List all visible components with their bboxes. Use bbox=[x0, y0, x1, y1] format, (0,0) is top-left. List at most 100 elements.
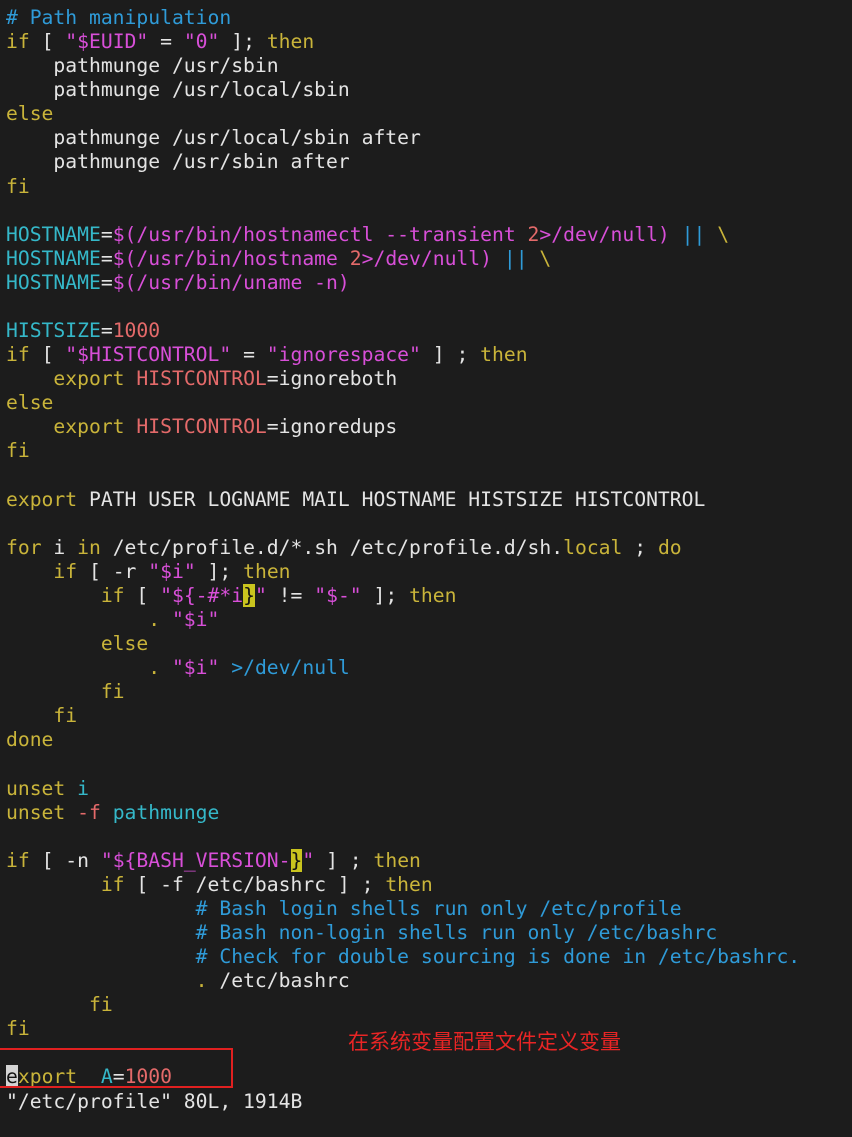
code-line: # Check for double sourcing is done in /… bbox=[6, 945, 852, 969]
code-token: if bbox=[100, 583, 125, 607]
code-token: else bbox=[100, 632, 149, 656]
code-line: if [ -f /etc/bashrc ] ; then bbox=[6, 873, 852, 897]
code-token: then bbox=[480, 343, 528, 367]
code-token: # Bash login shells run only /etc/profil… bbox=[195, 896, 682, 920]
code-token: = bbox=[100, 270, 113, 294]
code-token: fi bbox=[6, 1017, 30, 1041]
code-token: in bbox=[77, 535, 101, 559]
code-token: "$i" bbox=[148, 559, 196, 583]
code-token: != bbox=[266, 583, 315, 607]
code-token: if bbox=[53, 559, 78, 583]
code-line: . "$i" >/dev/null bbox=[6, 656, 852, 680]
code-line: pathmunge /usr/sbin after bbox=[6, 150, 852, 174]
code-line: . "$i" bbox=[6, 608, 852, 632]
code-line: else bbox=[6, 632, 852, 656]
code-line: . /etc/bashrc bbox=[6, 969, 852, 993]
code-token: ignoredups bbox=[278, 415, 398, 439]
code-line: for i in /etc/profile.d/*.sh /etc/profil… bbox=[6, 536, 852, 560]
code-line: fi bbox=[6, 704, 852, 728]
code-token: [ -n bbox=[29, 848, 101, 872]
code-line: if [ -r "$i" ]; then bbox=[6, 560, 852, 584]
code-token: "${BASH_VERSION- bbox=[100, 848, 291, 872]
code-token: pathmunge /usr/local/sbin bbox=[6, 78, 350, 102]
code-token: HOSTNAME bbox=[6, 246, 101, 270]
code-token: HOSTNAME bbox=[6, 270, 101, 294]
code-token: "$i" bbox=[171, 607, 220, 631]
code-token: HISTCONTROL bbox=[136, 415, 267, 439]
code-token: export bbox=[53, 415, 125, 439]
code-token: " bbox=[302, 848, 315, 872]
code-token: # Bash non-login shells run only /etc/ba… bbox=[195, 920, 718, 944]
code-line: pathmunge /usr/local/sbin after bbox=[6, 126, 852, 150]
code-token: $(/usr/bin/uname -n) bbox=[112, 270, 350, 294]
code-token: } bbox=[243, 583, 255, 607]
code-line: fi bbox=[6, 680, 852, 704]
code-token: then bbox=[409, 583, 457, 607]
code-token: done bbox=[6, 728, 54, 752]
code-token: . bbox=[195, 969, 208, 993]
code-token: pathmunge bbox=[112, 800, 220, 824]
code-token: . bbox=[6, 607, 172, 631]
code-token: if bbox=[100, 872, 125, 896]
code-token: then bbox=[266, 30, 315, 54]
code-token: "$HISTCONTROL" bbox=[65, 343, 232, 367]
code-token: . bbox=[6, 656, 172, 680]
code-token: || bbox=[503, 246, 528, 270]
code-line: # Path manipulation bbox=[6, 6, 852, 30]
code-token: "${-#*i bbox=[160, 583, 244, 607]
code-line: # Bash login shells run only /etc/profil… bbox=[6, 897, 852, 921]
code-token: \ bbox=[705, 222, 730, 246]
code-token: # Path manipulation bbox=[6, 6, 232, 29]
code-token: = bbox=[231, 343, 267, 367]
code-token: "$-" bbox=[314, 583, 362, 607]
code-token: [ -f /etc/bashrc ] ; bbox=[124, 872, 386, 896]
code-token: # Check for double sourcing is done in /… bbox=[195, 945, 801, 969]
code-token: $(/usr/bin/hostnamectl --transient bbox=[112, 222, 528, 246]
code-line: unset i bbox=[6, 777, 852, 801]
code-token: then bbox=[373, 848, 421, 872]
code-token: [ -r bbox=[77, 559, 149, 583]
code-line: unset -f pathmunge bbox=[6, 801, 852, 825]
code-line: if [ "$HISTCONTROL" = "ignorespace" ] ; … bbox=[6, 343, 852, 367]
code-token: ; bbox=[622, 535, 658, 559]
code-line: export PATH USER LOGNAME MAIL HOSTNAME H… bbox=[6, 488, 852, 512]
code-token: ]; bbox=[195, 559, 244, 583]
code-token: fi bbox=[100, 680, 125, 704]
code-token: ]; bbox=[361, 583, 410, 607]
code-token: /etc/bashrc bbox=[207, 969, 350, 993]
code-token: 1000 bbox=[112, 319, 161, 343]
highlight-box bbox=[0, 1048, 233, 1088]
code-token: = bbox=[100, 246, 113, 270]
code-token: for bbox=[6, 535, 42, 559]
code-token: pathmunge /usr/sbin bbox=[6, 54, 279, 78]
code-token: "ignorespace" bbox=[266, 343, 421, 367]
code-token: i bbox=[77, 776, 89, 800]
code-token: [ bbox=[124, 583, 161, 607]
code-token: local bbox=[563, 535, 623, 559]
code-line: if [ "$EUID" = "0" ]; then bbox=[6, 30, 852, 54]
code-line: done bbox=[6, 728, 852, 752]
code-token: fi bbox=[6, 174, 30, 198]
code-line: HISTSIZE=1000 bbox=[6, 319, 852, 343]
code-token: "0" bbox=[183, 30, 220, 54]
code-token: = bbox=[100, 222, 113, 246]
code-line: HOSTNAME=$(/usr/bin/uname -n) bbox=[6, 271, 852, 295]
code-token: [ bbox=[29, 343, 66, 367]
code-token: PATH USER LOGNAME MAIL HOSTNAME HISTSIZE… bbox=[77, 487, 706, 511]
code-line: else bbox=[6, 102, 852, 126]
annotation-note: 在系统变量配置文件定义变量 bbox=[348, 1030, 621, 1054]
code-token: ] ; bbox=[420, 343, 481, 367]
vim-editor-buffer[interactable]: # Path manipulation if [ "$EUID" = "0" ];… bbox=[6, 6, 852, 1090]
